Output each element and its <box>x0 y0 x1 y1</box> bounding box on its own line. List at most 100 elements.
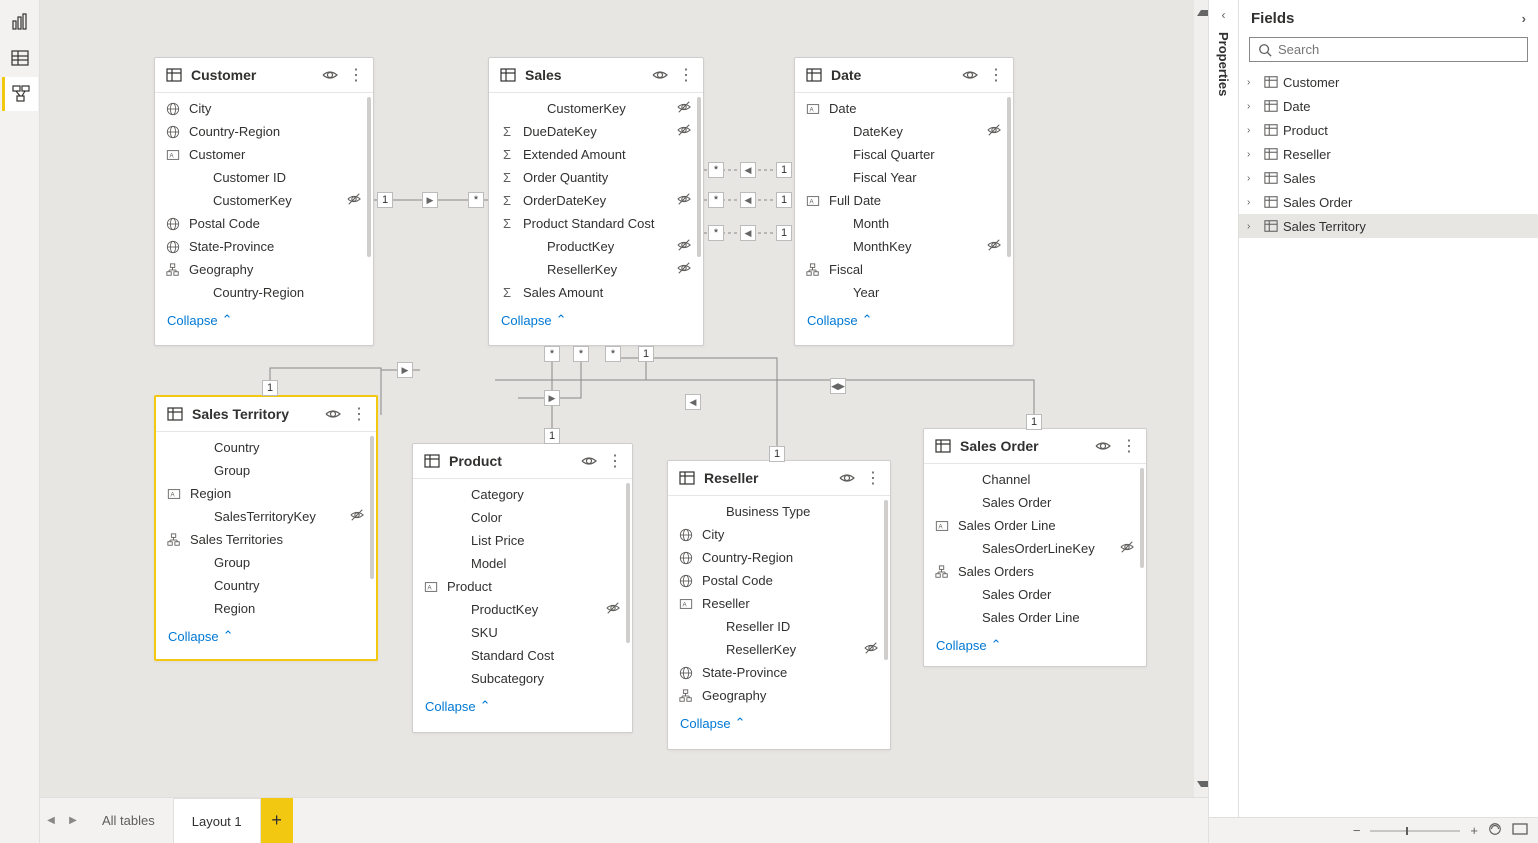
field-row[interactable]: Category <box>413 483 632 506</box>
field-row[interactable]: SKU <box>413 621 632 644</box>
field-row[interactable]: Customer ID <box>155 166 373 189</box>
field-row[interactable]: AReseller <box>668 592 890 615</box>
report-view-button[interactable] <box>2 5 38 39</box>
field-row[interactable]: AFull Date <box>795 189 1013 212</box>
field-row[interactable]: Reseller ID <box>668 615 890 638</box>
field-row[interactable]: ProductKey <box>489 235 703 258</box>
field-row[interactable]: Sales Order <box>924 491 1146 514</box>
field-row[interactable]: Geography <box>668 684 890 707</box>
collapse-button[interactable]: Collapse ⌃ <box>413 692 632 724</box>
add-layout-button[interactable]: + <box>261 798 293 843</box>
visibility-icon[interactable] <box>324 405 342 423</box>
visibility-icon[interactable] <box>838 469 856 487</box>
zoom-slider[interactable] <box>1370 830 1460 832</box>
chevron-left-icon[interactable]: ‹ <box>1222 8 1226 22</box>
field-row[interactable]: Sales Orders <box>924 560 1146 583</box>
field-row[interactable]: Group <box>156 459 376 482</box>
table-customer[interactable]: Customer ⋮ CityCountry-RegionACustomerCu… <box>154 57 374 346</box>
field-row[interactable]: Country-Region <box>155 281 373 304</box>
field-row[interactable]: Business Type <box>668 500 890 523</box>
properties-pane-collapsed[interactable]: ‹ Properties <box>1209 0 1239 817</box>
chevron-right-icon[interactable]: › <box>1522 11 1526 26</box>
field-row[interactable]: Fiscal Quarter <box>795 143 1013 166</box>
field-row[interactable]: Year <box>795 281 1013 304</box>
fields-search[interactable] <box>1249 37 1528 62</box>
tab-prev-button[interactable]: ◀ <box>40 798 62 843</box>
field-row[interactable]: ΣSales Amount <box>489 281 703 304</box>
field-row[interactable]: List Price <box>413 529 632 552</box>
model-view-button[interactable] <box>2 77 38 111</box>
field-row[interactable]: ΣOrder Quantity <box>489 166 703 189</box>
field-table-item[interactable]: ›Sales Territory <box>1239 214 1538 238</box>
field-table-item[interactable]: ›Sales Order <box>1239 190 1538 214</box>
field-row[interactable]: ΣDueDateKey <box>489 120 703 143</box>
table-sales[interactable]: Sales ⋮ CustomerKeyΣDueDateKeyΣExtended … <box>488 57 704 346</box>
field-row[interactable]: Sales Order Line <box>924 606 1146 629</box>
field-row[interactable]: Geography <box>155 258 373 281</box>
field-row[interactable]: Fiscal Year <box>795 166 1013 189</box>
field-row[interactable]: SalesOrderLineKey <box>924 537 1146 560</box>
field-row[interactable]: State-Province <box>155 235 373 258</box>
data-view-button[interactable] <box>2 41 38 75</box>
visibility-icon[interactable] <box>961 66 979 84</box>
field-row[interactable]: CustomerKey <box>155 189 373 212</box>
canvas-scrollbar[interactable] <box>1194 0 1208 797</box>
collapse-button[interactable]: Collapse ⌃ <box>668 709 890 741</box>
model-canvas[interactable]: Customer ⋮ CityCountry-RegionACustomerCu… <box>40 0 1208 797</box>
field-row[interactable]: ΣProduct Standard Cost <box>489 212 703 235</box>
field-row[interactable]: Month <box>795 212 1013 235</box>
field-row[interactable]: ADate <box>795 97 1013 120</box>
field-row[interactable]: ΣExtended Amount <box>489 143 703 166</box>
field-row[interactable]: City <box>668 523 890 546</box>
field-row[interactable]: ARegion <box>156 482 376 505</box>
field-row[interactable]: ΣOrderDateKey <box>489 189 703 212</box>
more-options-icon[interactable]: ⋮ <box>350 405 368 423</box>
tab-layout-1[interactable]: Layout 1 <box>174 798 261 843</box>
zoom-in-button[interactable]: + <box>1470 823 1478 838</box>
more-options-icon[interactable]: ⋮ <box>677 66 695 84</box>
collapse-button[interactable]: Collapse ⌃ <box>924 631 1146 663</box>
visibility-icon[interactable] <box>651 66 669 84</box>
more-options-icon[interactable]: ⋮ <box>606 452 624 470</box>
field-row[interactable]: ResellerKey <box>668 638 890 661</box>
field-row[interactable]: Sales Order <box>924 583 1146 606</box>
field-row[interactable]: City <box>155 97 373 120</box>
field-row[interactable]: Postal Code <box>155 212 373 235</box>
field-table-item[interactable]: ›Reseller <box>1239 142 1538 166</box>
collapse-button[interactable]: Collapse ⌃ <box>795 306 1013 338</box>
table-sales-order[interactable]: Sales Order ⋮ ChannelSales OrderASales O… <box>923 428 1147 667</box>
field-row[interactable]: State-Province <box>668 661 890 684</box>
field-row[interactable]: Country <box>156 436 376 459</box>
collapse-button[interactable]: Collapse ⌃ <box>155 306 373 338</box>
table-date[interactable]: Date ⋮ ADateDateKeyFiscal QuarterFiscal … <box>794 57 1014 346</box>
field-row[interactable]: Postal Code <box>668 569 890 592</box>
visibility-icon[interactable] <box>321 66 339 84</box>
visibility-icon[interactable] <box>1094 437 1112 455</box>
visibility-icon[interactable] <box>580 452 598 470</box>
field-row[interactable]: MonthKey <box>795 235 1013 258</box>
fit-to-page-button[interactable] <box>1488 822 1502 839</box>
table-product[interactable]: Product ⋮ CategoryColorList PriceModelAP… <box>412 443 633 733</box>
collapse-button[interactable]: Collapse ⌃ <box>489 306 703 338</box>
field-row[interactable]: AProduct <box>413 575 632 598</box>
page-view-button[interactable] <box>1512 823 1528 838</box>
field-row[interactable]: Color <box>413 506 632 529</box>
search-input[interactable] <box>1278 42 1519 57</box>
field-row[interactable]: CustomerKey <box>489 97 703 120</box>
field-row[interactable]: SalesTerritoryKey <box>156 505 376 528</box>
more-options-icon[interactable]: ⋮ <box>347 66 365 84</box>
table-reseller[interactable]: Reseller ⋮ Business TypeCityCountry-Regi… <box>667 460 891 750</box>
more-options-icon[interactable]: ⋮ <box>1120 437 1138 455</box>
field-row[interactable]: DateKey <box>795 120 1013 143</box>
field-table-item[interactable]: ›Sales <box>1239 166 1538 190</box>
more-options-icon[interactable]: ⋮ <box>987 66 1005 84</box>
collapse-button[interactable]: Collapse ⌃ <box>156 622 376 654</box>
field-table-item[interactable]: ›Customer <box>1239 70 1538 94</box>
tab-all-tables[interactable]: All tables <box>84 798 174 843</box>
field-row[interactable]: Model <box>413 552 632 575</box>
field-row[interactable]: Channel <box>924 468 1146 491</box>
table-sales-territory[interactable]: Sales Territory ⋮ CountryGroupARegionSal… <box>154 395 378 661</box>
field-table-item[interactable]: ›Product <box>1239 118 1538 142</box>
field-row[interactable]: Subcategory <box>413 667 632 690</box>
more-options-icon[interactable]: ⋮ <box>864 469 882 487</box>
